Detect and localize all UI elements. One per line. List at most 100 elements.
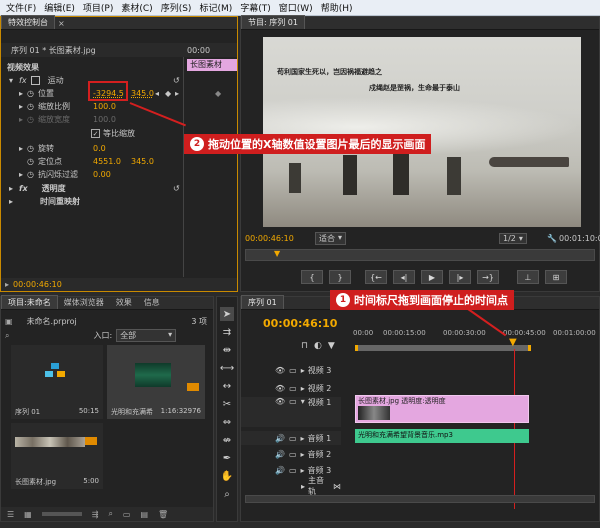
stopwatch-icon[interactable]: ◷ (27, 157, 34, 166)
sync-icon[interactable]: ▭ (289, 384, 297, 393)
new-item-icon[interactable]: ▤ (140, 510, 148, 519)
slide-tool-icon[interactable]: ⇎ (220, 433, 234, 447)
tab-effects[interactable]: 效果 (110, 296, 138, 309)
selection-tool-icon[interactable]: ➤ (220, 307, 234, 321)
list-view-icon[interactable]: ☰ (7, 510, 14, 519)
step-forward-button[interactable]: |▸ (449, 270, 471, 284)
icon-view-icon[interactable]: ▦ (24, 510, 32, 519)
expand-icon[interactable]: ▸ (301, 366, 305, 375)
stopwatch-icon[interactable]: ◷ (27, 115, 34, 124)
expand-icon[interactable]: ▸ (19, 115, 23, 124)
resolution-dropdown[interactable]: 1/2 ▾ (499, 232, 527, 244)
set-marker-icon[interactable]: ▼ (328, 341, 335, 353)
step-back-button[interactable]: ◂| (393, 270, 415, 284)
wrench-icon[interactable]: 🔧 (547, 234, 557, 243)
expand-icon[interactable]: ▾ (301, 397, 305, 406)
position-y-value[interactable]: 345.0 (131, 89, 154, 98)
keyframe-next-icon[interactable]: ▸ (175, 89, 179, 98)
project-item[interactable]: 光明和充满希 1:16:32976 (107, 345, 205, 419)
audio-clip[interactable]: 光明和充满希望背景音乐.mp3 (355, 429, 529, 443)
expand-icon[interactable]: ▸ (301, 384, 305, 393)
expand-icon[interactable]: ▸ (301, 466, 305, 475)
stopwatch-icon[interactable]: ◷ (27, 89, 34, 98)
menu-project[interactable]: 项目(P) (83, 1, 113, 14)
timeline-scrollbar[interactable] (245, 495, 595, 503)
eye-icon[interactable]: 👁 (275, 384, 285, 393)
go-to-in-button[interactable]: {← (365, 270, 387, 284)
menu-file[interactable]: 文件(F) (6, 1, 36, 14)
delete-icon[interactable]: 🗑 (158, 510, 168, 519)
play-button[interactable]: ▶ (421, 270, 443, 284)
expand-icon[interactable]: ▸ (9, 197, 13, 206)
keyframe-add-icon[interactable]: ◆ (165, 89, 171, 98)
close-icon[interactable]: × (55, 18, 68, 29)
video-clip[interactable]: 长图素材.jpg 透明度:透明度 (355, 395, 529, 423)
zoom-tool-icon[interactable]: ⌕ (220, 487, 234, 501)
reset-icon[interactable]: ↺ (173, 76, 180, 85)
expand-icon[interactable]: ▸ (9, 184, 13, 193)
program-scrubber[interactable]: ▼ (245, 249, 595, 261)
antiflicker-value[interactable]: 0.00 (93, 170, 111, 179)
menu-sequence[interactable]: 序列(S) (161, 1, 192, 14)
zoom-slider[interactable] (41, 512, 82, 516)
rotation-value[interactable]: 0.0 (93, 144, 106, 153)
razor-tool-icon[interactable]: ✂ (220, 397, 234, 411)
expand-icon[interactable]: ▸ (19, 89, 23, 98)
work-area-bar[interactable] (355, 345, 531, 351)
sync-icon[interactable]: ▭ (289, 366, 297, 375)
playhead-icon[interactable]: ▼ (274, 249, 280, 258)
new-bin-icon[interactable]: ▭ (123, 510, 131, 519)
timeline-timecode[interactable]: 00:00:46:10 (263, 317, 337, 330)
automate-icon[interactable]: ⇶ (92, 510, 99, 519)
sync-icon[interactable]: ▭ (289, 434, 297, 443)
play-icon[interactable]: ▸ (5, 280, 9, 289)
ripple-edit-tool-icon[interactable]: ⇹ (220, 343, 234, 357)
sync-icon[interactable]: ▭ (289, 466, 297, 475)
keyframe-prev-icon[interactable]: ◂ (155, 89, 159, 98)
expand-icon[interactable]: ▸ (301, 434, 305, 443)
tab-media-browser[interactable]: 媒体浏览器 (58, 296, 110, 309)
project-item[interactable]: 序列 01 50:15 (11, 345, 103, 419)
snap-icon[interactable]: ⊓ (301, 341, 308, 353)
entry-dropdown[interactable]: 全部 ▾ (116, 329, 177, 342)
mark-in-button[interactable]: { (301, 270, 323, 284)
track-select-tool-icon[interactable]: ⇉ (220, 325, 234, 339)
time-remap-row[interactable]: ▸ 时间重映射 (9, 195, 237, 208)
playhead-icon[interactable]: ▼ (509, 337, 517, 348)
menu-clip[interactable]: 素材(C) (121, 1, 152, 14)
extract-button[interactable]: ⊞ (545, 270, 567, 284)
expand-icon[interactable]: ▸ (19, 102, 23, 111)
go-to-out-button[interactable]: →} (477, 270, 499, 284)
reset-icon[interactable]: ↺ (173, 184, 180, 193)
stopwatch-icon[interactable]: ◷ (27, 102, 34, 111)
rate-stretch-tool-icon[interactable]: ↔ (220, 379, 234, 393)
menu-window[interactable]: 窗口(W) (279, 1, 313, 14)
expand-icon[interactable]: ▸ (301, 482, 305, 491)
mark-out-button[interactable]: } (329, 270, 351, 284)
menu-edit[interactable]: 编辑(E) (44, 1, 75, 14)
opacity-row[interactable]: ▸ fx 透明度 ↺ (9, 182, 237, 195)
stopwatch-icon[interactable]: ◷ (27, 144, 34, 153)
tab-sequence[interactable]: 序列 01 (241, 295, 284, 309)
expand-icon[interactable]: ▸ (19, 144, 23, 153)
speaker-icon[interactable]: 🔊 (275, 434, 285, 443)
eye-icon[interactable]: 👁 (275, 397, 285, 406)
sync-icon[interactable]: ▭ (289, 397, 297, 406)
search-icon[interactable]: ⌕ (5, 331, 9, 341)
menu-help[interactable]: 帮助(H) (321, 1, 353, 14)
anchor-x-value[interactable]: 4551.0 (93, 157, 121, 166)
find-icon[interactable]: ⌕ (108, 509, 112, 519)
anchor-y-value[interactable]: 345.0 (131, 157, 154, 166)
scale-value[interactable]: 100.0 (93, 102, 116, 111)
timeline-ruler[interactable]: 00:00 00:00:15:00 00:00:30:00 00:00:45:0… (353, 329, 599, 341)
clip-chip[interactable]: 长图素材 (187, 59, 237, 71)
expand-icon[interactable]: ▸ (301, 450, 305, 459)
tab-info[interactable]: 信息 (138, 296, 166, 309)
speaker-icon[interactable]: 🔊 (275, 450, 285, 459)
tab-effect-controls[interactable]: 特效控制台 (1, 15, 55, 29)
expand-icon[interactable]: ▸ (19, 170, 23, 179)
eye-icon[interactable]: 👁 (275, 366, 285, 375)
fit-dropdown[interactable]: 适合 ▾ (315, 231, 347, 245)
uniform-scale-checkbox[interactable]: ✓ (91, 129, 100, 138)
hand-tool-icon[interactable]: ✋ (220, 469, 234, 483)
